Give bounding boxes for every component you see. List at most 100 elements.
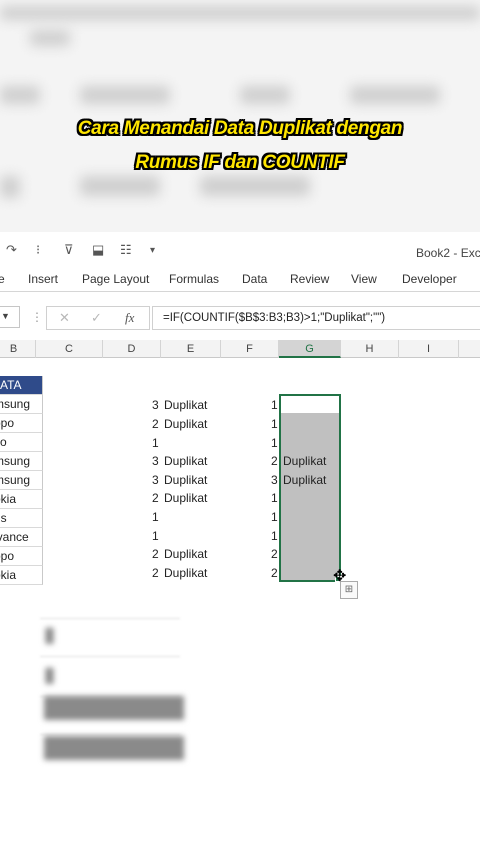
filter-icon[interactable]: ⊽ [64,242,74,258]
table-cell[interactable]: msung [0,452,43,471]
caption-line-1: Cara Menandai Data Duplikat dengan [77,118,403,139]
active-cell[interactable] [281,396,339,413]
table-icon[interactable]: ☷ [120,242,132,258]
count-cell[interactable]: 2 [152,545,159,563]
column-headers: B C D E F G H I [0,340,480,358]
column-header-i[interactable]: I [399,340,459,358]
cell-text: ppo [0,549,15,563]
count-cell[interactable]: 2 [152,489,159,507]
shape-icon[interactable]: ⬓ [92,242,104,258]
cancel-icon[interactable]: ✕ [59,310,70,326]
tab-developer[interactable]: Developer [402,272,457,286]
table-cell[interactable]: msung [0,471,43,490]
table-cell[interactable]: ppo [0,547,43,566]
countif-cell[interactable]: 1 [271,396,278,414]
more-options-icon: ⋮ [31,310,43,324]
table-cell[interactable]: msung [0,395,43,414]
tab-view[interactable]: View [351,272,377,286]
customize-qat-icon[interactable]: ▾ [150,245,155,256]
table-cell[interactable]: okia [0,566,43,585]
countif-cell[interactable]: 2 [271,564,278,582]
blurred-text [44,696,184,720]
tab-review[interactable]: Review [290,272,329,286]
count-cell[interactable]: 3 [152,452,159,470]
count-cell[interactable]: 3 [152,396,159,414]
result-cell[interactable]: Duplikat [283,471,326,489]
result-cell[interactable]: Duplikat [283,452,326,470]
cell-text: us [0,511,7,525]
countif-cell[interactable]: 1 [271,527,278,545]
count-cell[interactable]: 1 [152,434,159,452]
caption-line-2: Rumus IF dan COUNTIF [135,152,345,173]
cell-text: msung [0,473,31,487]
countif-cell[interactable]: 1 [271,508,278,526]
tab-page-layout[interactable]: Page Layout [82,272,149,286]
tab-data[interactable]: Data [242,272,267,286]
column-header-b[interactable]: B [0,340,36,358]
countif-cell[interactable]: 2 [271,452,278,470]
blurred-text: ▮ [44,664,56,686]
move-cursor-icon: ✥ [333,568,347,585]
sort-icon[interactable]: ⁝ [36,242,40,258]
cell-text: msung [0,397,31,411]
cell-text: msung [0,454,31,468]
name-box[interactable]: ▼ [0,306,20,328]
duplicate-label-cell[interactable]: Duplikat [164,415,207,433]
tab-insert[interactable]: Insert [28,272,58,286]
header-cell[interactable]: ATA [0,376,43,395]
quick-access-toolbar: ↷ ⁝ ⊽ ⬓ ☷ ▾ [0,238,480,264]
tab-formulas[interactable]: Formulas [169,272,219,286]
table-cell[interactable]: ppo [0,414,43,433]
duplicate-label-cell[interactable]: Duplikat [164,545,207,563]
countif-cell[interactable]: 1 [271,415,278,433]
redo-icon[interactable]: ↷ [6,242,17,258]
formula-bar: ▼ ⋮ ✕ ✓ fx =IF(COUNTIF($B$3:B3;B3)>1;"Du… [0,304,480,332]
blurred-text [44,736,184,760]
countif-cell[interactable]: 3 [271,471,278,489]
column-header-c[interactable]: C [36,340,103,358]
table-cell[interactable]: vo [0,433,43,452]
blurred-line [40,656,180,657]
blurred-bar [30,30,70,46]
cell-text: lvance [0,530,29,544]
insert-function-icon[interactable]: fx [125,310,134,326]
chevron-down-icon[interactable]: ▼ [1,311,10,321]
blurred-bar [350,86,440,104]
blurred-bar [80,86,170,104]
duplicate-label-cell[interactable]: Duplikat [164,452,207,470]
tab-home[interactable]: e [0,272,5,286]
header-cell-text: ATA [0,378,22,392]
blurred-bar [80,176,160,196]
column-header-e[interactable]: E [161,340,221,358]
enter-icon[interactable]: ✓ [91,310,102,326]
column-header-h[interactable]: H [341,340,399,358]
blurred-line [40,618,180,619]
formula-buttons: ✕ ✓ fx [46,306,150,330]
duplicate-label-cell[interactable]: Duplikat [164,564,207,582]
countif-cell[interactable]: 1 [271,434,278,452]
countif-cell[interactable]: 1 [271,489,278,507]
table-cell[interactable]: okia [0,490,43,509]
count-cell[interactable]: 1 [152,508,159,526]
count-cell[interactable]: 1 [152,527,159,545]
cell-text: vo [0,435,7,449]
count-cell[interactable]: 3 [152,471,159,489]
count-cell[interactable]: 2 [152,415,159,433]
blurred-background-top [0,0,480,232]
formula-input[interactable]: =IF(COUNTIF($B$3:B3;B3)>1;"Duplikat";"") [152,306,480,330]
table-cell[interactable]: lvance [0,528,43,547]
blurred-background-bottom: ▮ ▮ [0,610,480,854]
table-cell[interactable]: us [0,509,43,528]
window-title: Book2 - Excel [416,246,480,260]
duplicate-label-cell[interactable]: Duplikat [164,489,207,507]
blurred-text: ▮ [44,624,56,646]
column-header-g[interactable]: G [279,340,341,358]
blurred-bar [0,176,20,198]
blurred-bar [0,6,480,20]
duplicate-label-cell[interactable]: Duplikat [164,396,207,414]
count-cell[interactable]: 2 [152,564,159,582]
duplicate-label-cell[interactable]: Duplikat [164,471,207,489]
column-header-d[interactable]: D [103,340,161,358]
countif-cell[interactable]: 2 [271,545,278,563]
column-header-f[interactable]: F [221,340,279,358]
